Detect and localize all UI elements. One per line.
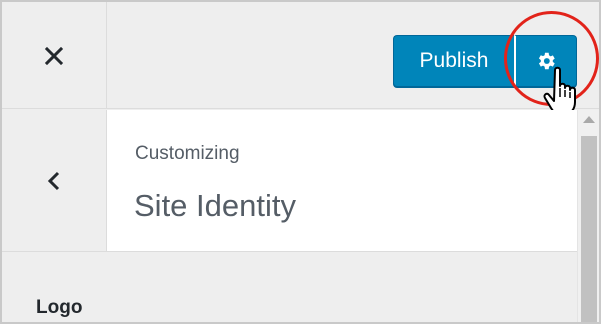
chevron-left-icon [47, 171, 60, 190]
publish-actions: Publish [393, 35, 577, 87]
close-icon [45, 46, 63, 65]
section-content: Logo [2, 253, 577, 322]
customizer-panel: Publish Customizing Site Identity Logo [0, 0, 601, 324]
customizer-header: Publish [2, 2, 599, 115]
back-button[interactable] [2, 110, 107, 251]
scroll-up-arrow-icon[interactable] [583, 116, 595, 123]
logo-label: Logo [36, 297, 83, 318]
close-button[interactable] [2, 2, 107, 109]
gear-icon [538, 52, 555, 70]
section-header: Customizing Site Identity [2, 110, 577, 252]
scrollbar[interactable] [577, 110, 599, 322]
publish-settings-button[interactable] [514, 35, 577, 87]
section-title: Site Identity [134, 188, 296, 223]
publish-button[interactable]: Publish [393, 35, 514, 87]
breadcrumb-label: Customizing [135, 143, 240, 164]
scroll-thumb[interactable] [581, 136, 597, 322]
